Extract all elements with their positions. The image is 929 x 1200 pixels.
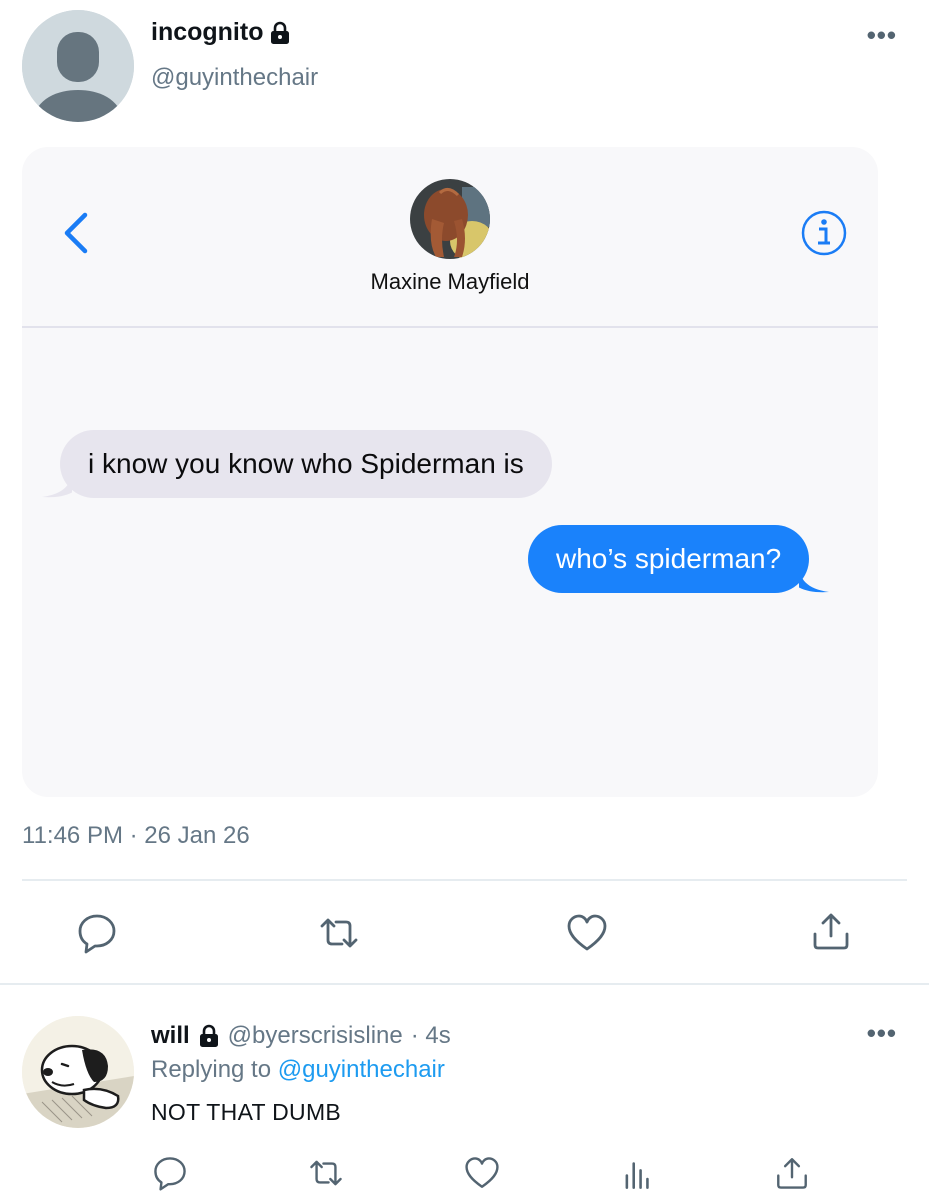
retweet-icon[interactable]	[318, 912, 360, 954]
reply-author-handle: @byerscrisisline	[227, 1022, 403, 1049]
info-icon	[801, 210, 847, 256]
bubble-tail-icon	[799, 565, 830, 593]
header-divider	[22, 326, 878, 328]
reply-author-avatar[interactable]	[22, 1016, 134, 1128]
contact-photo-icon	[410, 179, 490, 259]
contact-avatar	[410, 179, 490, 259]
replying-to-label: Replying to	[151, 1056, 272, 1083]
reply-time: · 4s	[410, 1022, 451, 1049]
outgoing-message-text: who’s spiderman?	[556, 543, 782, 574]
reply-icon[interactable]	[152, 1155, 188, 1191]
lock-icon	[271, 21, 290, 44]
replying-to-handle-link[interactable]: @guyinthechair	[278, 1056, 445, 1083]
author-name-row[interactable]: incognito	[151, 18, 291, 47]
author-name: incognito	[151, 18, 264, 46]
replying-to-line: Replying to @guyinthechair	[151, 1056, 445, 1084]
embedded-message-screenshot: Maxine Mayfield i know you know who Spid…	[22, 147, 878, 797]
snoopy-avatar-icon	[22, 1016, 134, 1128]
share-icon[interactable]	[810, 910, 852, 952]
contact-name: Maxine Mayfield	[370, 269, 530, 294]
reply-author-name: will	[151, 1022, 190, 1049]
like-icon[interactable]	[566, 912, 608, 954]
outgoing-message-bubble: who’s spiderman?	[528, 525, 830, 593]
author-handle[interactable]: @guyinthechair	[151, 64, 318, 92]
reply-more-options-icon[interactable]: •••	[867, 1018, 897, 1049]
more-options-icon[interactable]: •••	[867, 20, 897, 51]
reply-author-row[interactable]: will @byerscrisisline · 4s	[151, 1022, 451, 1050]
incoming-message-bubble: i know you know who Spiderman is	[42, 430, 552, 498]
reply-icon[interactable]	[76, 912, 118, 954]
lock-icon	[199, 1024, 218, 1047]
default-avatar-icon	[22, 10, 134, 122]
message-header: Maxine Mayfield	[22, 147, 878, 327]
divider	[22, 879, 907, 881]
divider	[0, 983, 929, 985]
author-avatar[interactable]	[22, 10, 134, 122]
back-chevron-icon	[64, 212, 88, 254]
stats-icon[interactable]	[620, 1155, 656, 1191]
reply-text: NOT THAT DUMB	[151, 1099, 342, 1125]
retweet-icon[interactable]	[308, 1155, 344, 1191]
share-icon[interactable]	[774, 1155, 810, 1191]
tweet-timestamp[interactable]: 11:46 PM · 26 Jan 26	[22, 822, 250, 850]
incoming-message-text: i know you know who Spiderman is	[88, 448, 524, 479]
like-icon[interactable]	[464, 1155, 500, 1191]
bubble-tail-icon	[42, 470, 72, 498]
